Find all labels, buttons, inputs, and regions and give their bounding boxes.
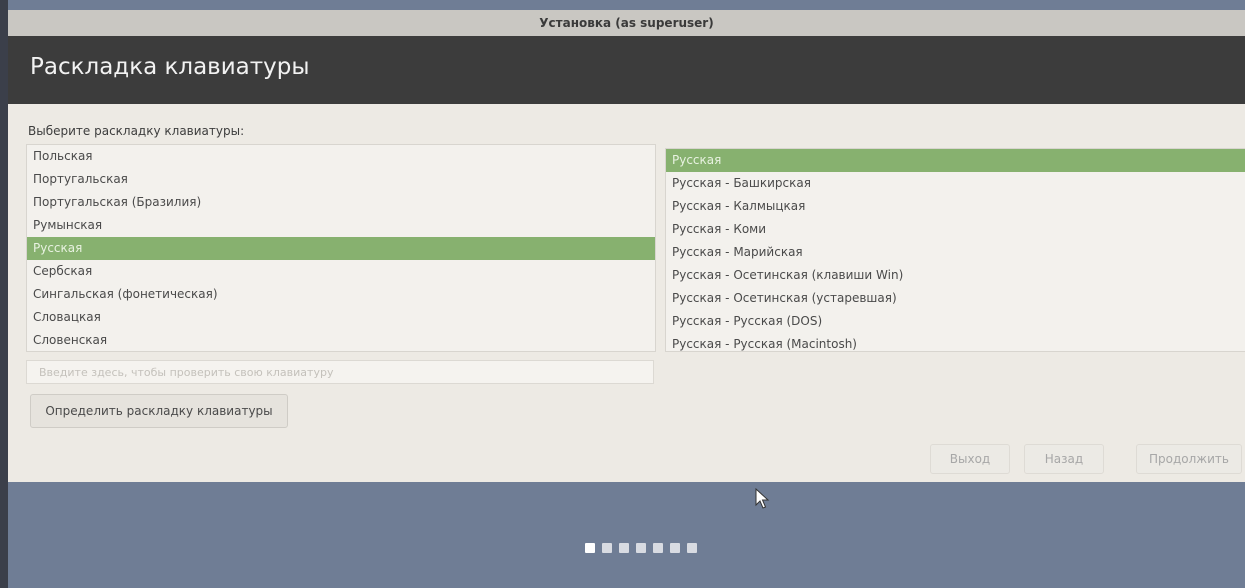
window-title: Установка (as superuser) xyxy=(539,16,714,30)
progress-step-dot xyxy=(636,543,646,553)
progress-step-dot xyxy=(670,543,680,553)
keyboard-test-input[interactable] xyxy=(26,360,654,384)
main-content: Выберите раскладку клавиатуры: Польская П… xyxy=(8,104,1245,482)
progress-step-dot xyxy=(602,543,612,553)
progress-step-dot xyxy=(585,543,595,553)
layout-list-item[interactable]: Португальская xyxy=(27,168,655,191)
progress-step-dot xyxy=(653,543,663,553)
layout-list[interactable]: Польская Португальская Португальская (Браз… xyxy=(26,144,656,352)
layout-list-item[interactable]: Сингальская (фонетическая) xyxy=(27,283,655,306)
back-button[interactable]: Назад xyxy=(1024,444,1104,474)
progress-step-dot xyxy=(619,543,629,553)
mouse-pointer-icon xyxy=(755,488,770,509)
variant-list-item[interactable]: Русская - Осетинская (устаревшая) xyxy=(666,287,1245,310)
variant-list-item[interactable]: Русская - Осетинская (клавиши Win) xyxy=(666,264,1245,287)
window-titlebar: Установка (as superuser) xyxy=(8,10,1245,36)
layout-list-item[interactable]: Русская xyxy=(27,237,655,260)
layout-list-item[interactable]: Словенская xyxy=(27,329,655,351)
page-title: Раскладка клавиатуры xyxy=(30,54,310,80)
progress-step-dot xyxy=(687,543,697,553)
variant-list-item[interactable]: Русская - Марийская xyxy=(666,241,1245,264)
layout-list-item[interactable]: Румынская xyxy=(27,214,655,237)
install-progress-indicator xyxy=(585,543,697,553)
screen-edge xyxy=(0,0,8,588)
detect-layout-button[interactable]: Определить раскладку клавиатуры xyxy=(30,394,288,428)
layout-prompt-label: Выберите раскладку клавиатуры: xyxy=(28,124,245,138)
variant-list-item[interactable]: Русская - Калмыцкая xyxy=(666,195,1245,218)
variant-list[interactable]: Русская Русская - Башкирская Русская - Кал… xyxy=(665,148,1245,352)
variant-list-item[interactable]: Русская - Русская (Macintosh) xyxy=(666,333,1245,351)
layout-list-item[interactable]: Сербская xyxy=(27,260,655,283)
layout-list-item[interactable]: Польская xyxy=(27,145,655,168)
variant-list-item[interactable]: Русская xyxy=(666,149,1245,172)
layout-list-item[interactable]: Словацкая xyxy=(27,306,655,329)
variant-list-item[interactable]: Русская - Коми xyxy=(666,218,1245,241)
layout-list-item[interactable]: Португальская (Бразилия) xyxy=(27,191,655,214)
page-header: Раскладка клавиатуры xyxy=(8,36,1245,104)
continue-button[interactable]: Продолжить xyxy=(1136,444,1242,474)
variant-list-item[interactable]: Русская - Русская (DOS) xyxy=(666,310,1245,333)
quit-button[interactable]: Выход xyxy=(930,444,1010,474)
variant-list-item[interactable]: Русская - Башкирская xyxy=(666,172,1245,195)
